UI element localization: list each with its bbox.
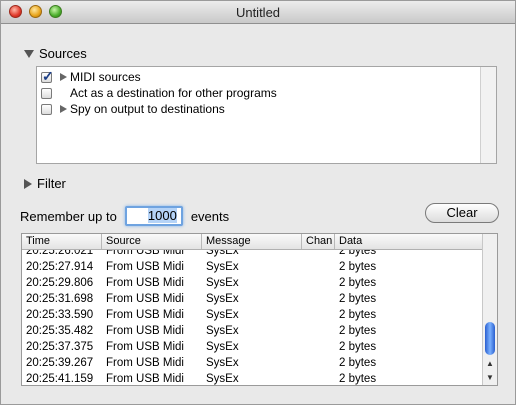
source-label: Act as a destination for other programs (70, 86, 277, 100)
cell-chan (302, 291, 335, 307)
disclosure-triangle-collapsed-icon[interactable] (24, 178, 32, 189)
cell-source: From USB Midi (106, 293, 184, 305)
expand-triangle-icon[interactable] (60, 73, 67, 81)
cell-time: 20:25:39.267 (26, 357, 94, 369)
cell-message: SysEx (206, 325, 239, 337)
column-header-data[interactable]: Data (335, 234, 484, 249)
table-row[interactable]: 20:25:39.267 From USB Midi SysEx 2 bytes (22, 355, 484, 371)
cell-time: 20:25:26.021 (26, 250, 94, 257)
cell-time: 20:25:41.159 (26, 373, 94, 385)
disclosure-triangle-expanded-icon[interactable] (24, 49, 34, 58)
column-header-chan[interactable]: Chan (302, 234, 335, 249)
table-header: Time Source Message Chan Data (22, 234, 484, 250)
cell-data: 2 bytes (339, 325, 377, 337)
cell-message: SysEx (206, 261, 239, 273)
source-item-midi-sources[interactable]: MIDI sources (41, 68, 141, 85)
cell-data: 2 bytes (339, 309, 377, 321)
cell-chan (302, 259, 335, 275)
cell-message: SysEx (206, 277, 239, 289)
cell-source: From USB Midi (106, 309, 184, 321)
table-scrollbar[interactable]: ▲ ▼ (482, 234, 497, 385)
cell-source: From USB Midi (106, 373, 184, 385)
cell-source: From USB Midi (106, 325, 184, 337)
remember-events-row: Remember up to 1000 events (20, 206, 229, 226)
cell-time: 20:25:27.914 (26, 261, 94, 273)
scrollbar-thumb[interactable] (485, 322, 495, 355)
cell-chan (302, 323, 335, 339)
cell-chan (302, 307, 335, 323)
remember-suffix-label: events (190, 208, 230, 224)
event-limit-value[interactable]: 1000 (147, 208, 177, 223)
cell-data: 2 bytes (339, 277, 377, 289)
cell-source: From USB Midi (106, 341, 184, 353)
expand-triangle-icon[interactable] (60, 105, 67, 113)
cell-data: 2 bytes (339, 373, 377, 385)
sources-label: Sources (39, 46, 87, 61)
cell-chan (302, 339, 335, 355)
cell-source: From USB Midi (106, 277, 184, 289)
column-header-message[interactable]: Message (202, 234, 302, 249)
cell-chan (302, 355, 335, 371)
cell-message: SysEx (206, 373, 239, 385)
filter-label: Filter (37, 176, 66, 191)
table-row[interactable]: 20:25:33.590 From USB Midi SysEx 2 bytes (22, 307, 484, 323)
table-row[interactable]: 20:25:26.021 From USB Midi SysEx 2 bytes (22, 250, 484, 259)
table-rows: 20:25:26.021 From USB Midi SysEx 2 bytes 20:… (22, 250, 484, 385)
cell-message: SysEx (206, 357, 239, 369)
sources-scrollbar[interactable] (480, 67, 496, 163)
cell-chan (302, 275, 335, 291)
cell-message: SysEx (206, 293, 239, 305)
cell-time: 20:25:29.806 (26, 277, 94, 289)
cell-data: 2 bytes (339, 357, 377, 369)
source-checkbox-act-as-destination[interactable] (41, 87, 52, 99)
cell-chan (302, 371, 335, 385)
source-label: MIDI sources (70, 70, 141, 84)
cell-message: SysEx (206, 250, 239, 257)
source-item-act-as-destination[interactable]: Act as a destination for other programs (41, 85, 277, 101)
cell-data: 2 bytes (339, 250, 377, 257)
scroll-down-arrow-icon[interactable]: ▼ (486, 373, 494, 382)
table-row[interactable]: 20:25:31.698 From USB Midi SysEx 2 bytes (22, 291, 484, 307)
table-body: 20:25:26.021 From USB Midi SysEx 2 bytes 20:… (22, 250, 484, 385)
source-label: Spy on output to destinations (70, 102, 225, 116)
cell-chan (302, 250, 335, 259)
sources-disclosure[interactable]: Sources (24, 46, 87, 61)
cell-source: From USB Midi (106, 250, 184, 257)
cell-message: SysEx (206, 309, 239, 321)
table-row[interactable]: 20:25:35.482 From USB Midi SysEx 2 bytes (22, 323, 484, 339)
table-row[interactable]: 20:25:41.159 From USB Midi SysEx 2 bytes (22, 371, 484, 385)
remember-prefix-label: Remember up to (20, 208, 117, 224)
source-checkbox-spy-on-output[interactable] (41, 103, 52, 115)
cell-time: 20:25:37.375 (26, 341, 94, 353)
title-bar[interactable]: Untitled (1, 1, 515, 24)
cell-time: 20:25:31.698 (26, 293, 94, 305)
cell-source: From USB Midi (106, 357, 184, 369)
filter-disclosure[interactable]: Filter (24, 176, 66, 191)
midi-monitor-window: Untitled Sources MIDI sources Act as a d… (0, 0, 516, 405)
cell-data: 2 bytes (339, 293, 377, 305)
clear-button[interactable]: Clear (425, 203, 499, 223)
source-item-spy-on-output[interactable]: Spy on output to destinations (41, 101, 225, 117)
cell-message: SysEx (206, 341, 239, 353)
sources-list: MIDI sources Act as a destination for ot… (36, 66, 497, 164)
cell-time: 20:25:33.590 (26, 309, 94, 321)
event-limit-field[interactable]: 1000 (124, 206, 183, 226)
window-title: Untitled (235, 5, 281, 20)
table-row[interactable]: 20:25:27.914 From USB Midi SysEx 2 bytes (22, 259, 484, 275)
cell-data: 2 bytes (339, 341, 377, 353)
cell-time: 20:25:35.482 (26, 325, 94, 337)
events-table: Time Source Message Chan Data 20:25:26.0… (21, 233, 498, 386)
column-header-source[interactable]: Source (102, 234, 202, 249)
cell-source: From USB Midi (106, 261, 184, 273)
table-row[interactable]: 20:25:37.375 From USB Midi SysEx 2 bytes (22, 339, 484, 355)
column-header-time[interactable]: Time (22, 234, 102, 249)
table-row[interactable]: 20:25:29.806 From USB Midi SysEx 2 bytes (22, 275, 484, 291)
source-checkbox-midi-sources[interactable] (41, 68, 54, 85)
cell-data: 2 bytes (339, 261, 377, 273)
scroll-up-arrow-icon[interactable]: ▲ (486, 359, 494, 368)
